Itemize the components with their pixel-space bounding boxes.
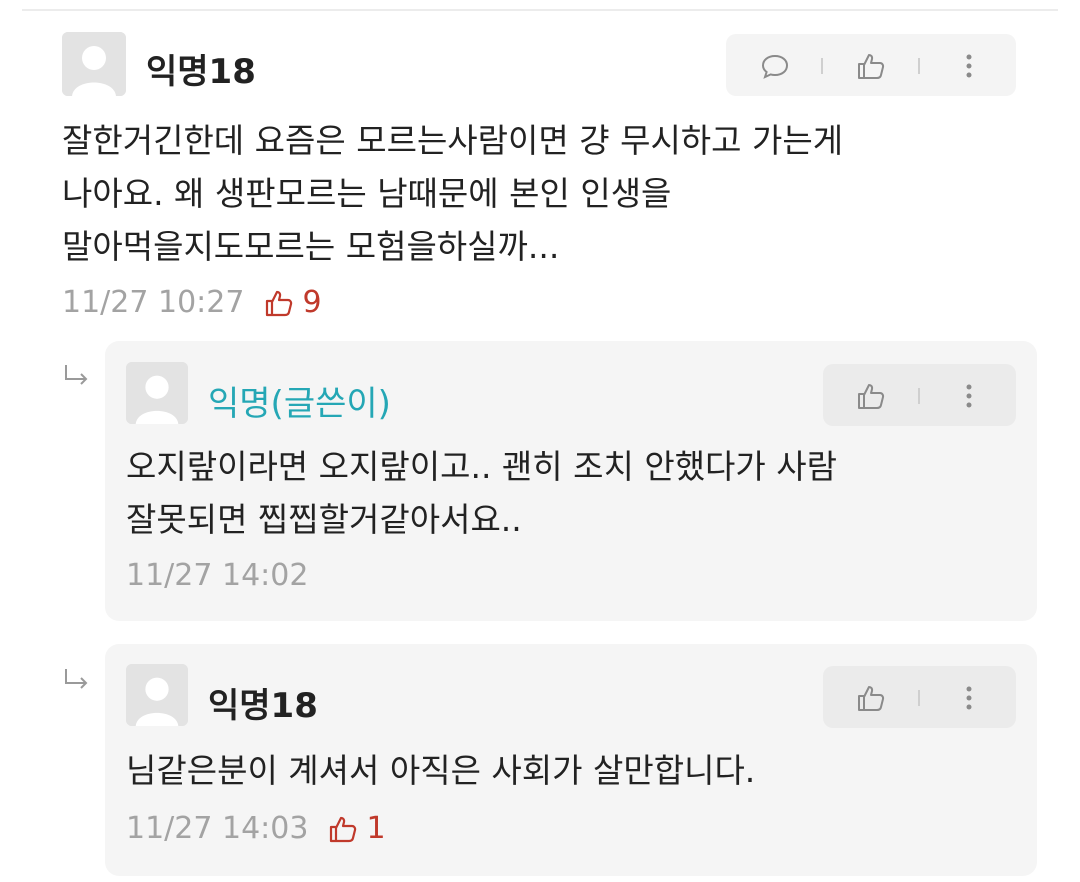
comment-header: 익명18 xyxy=(62,32,1022,98)
thumbs-up-icon[interactable] xyxy=(856,683,886,713)
comment-actions xyxy=(726,34,1016,96)
reply-arrow-icon xyxy=(65,365,88,385)
timestamp: 11/27 14:03 xyxy=(126,811,309,846)
more-icon[interactable] xyxy=(954,51,984,81)
reply-meta: 11/27 14:03 1 xyxy=(126,811,1016,846)
reply-header: 익명18 xyxy=(126,664,1016,730)
like-number: 1 xyxy=(366,811,386,846)
thumbs-up-icon[interactable] xyxy=(856,381,886,411)
username[interactable]: 익명(글쓴이) xyxy=(208,376,391,425)
separator xyxy=(918,58,920,74)
avatar[interactable] xyxy=(126,362,188,424)
reply-text: 오지랖이라면 오지랖이고.. 괜히 조치 안했다가 사람 잘못되면 찝찝할거같아… xyxy=(126,447,837,539)
comment-icon[interactable] xyxy=(760,51,790,81)
thumbs-up-icon xyxy=(330,816,357,842)
separator xyxy=(918,388,920,404)
timestamp: 11/27 14:02 xyxy=(126,558,309,593)
username[interactable]: 익명18 xyxy=(208,678,318,727)
thumbs-up-icon[interactable] xyxy=(856,51,886,81)
comment: 익명18 잘한거긴한데 요즘은 모르는사람이면 걍 무시하고 가는게 나아요. … xyxy=(62,32,1022,320)
avatar[interactable] xyxy=(126,664,188,726)
like-number: 9 xyxy=(302,285,322,320)
reply-text: 님같은분이 계셔서 아직은 사회가 살만합니다. xyxy=(126,751,756,790)
separator xyxy=(918,690,920,706)
default-avatar-icon xyxy=(62,32,126,96)
more-icon[interactable] xyxy=(954,683,984,713)
reply-meta: 11/27 14:02 xyxy=(126,558,1016,593)
top-divider xyxy=(22,9,1058,11)
reply-actions xyxy=(823,364,1016,426)
reply: 익명18 님같은분이 계셔서 아직은 사회가 살만합니다. 11/27 14:0… xyxy=(105,644,1037,876)
like-count: 1 xyxy=(328,811,386,846)
timestamp: 11/27 10:27 xyxy=(62,285,245,320)
more-icon[interactable] xyxy=(954,381,984,411)
like-count: 9 xyxy=(264,285,322,320)
reply: 익명(글쓴이) 오지랖이라면 오지랖이고.. 괜히 조치 안했다가 사람 잘못되… xyxy=(105,341,1037,621)
reply-header: 익명(글쓴이) xyxy=(126,362,1016,428)
comment-meta: 11/27 10:27 9 xyxy=(62,285,1022,320)
comment-text: 잘한거긴한데 요즘은 모르는사람이면 걍 무시하고 가는게 나아요. 왜 생판모… xyxy=(62,121,844,266)
default-avatar-icon xyxy=(126,664,188,726)
username[interactable]: 익명18 xyxy=(146,44,256,93)
separator xyxy=(821,58,823,74)
default-avatar-icon xyxy=(126,362,188,424)
thumbs-up-icon xyxy=(266,290,293,316)
avatar[interactable] xyxy=(62,32,126,96)
reply-actions xyxy=(823,666,1016,728)
reply-arrow-icon xyxy=(65,669,88,689)
